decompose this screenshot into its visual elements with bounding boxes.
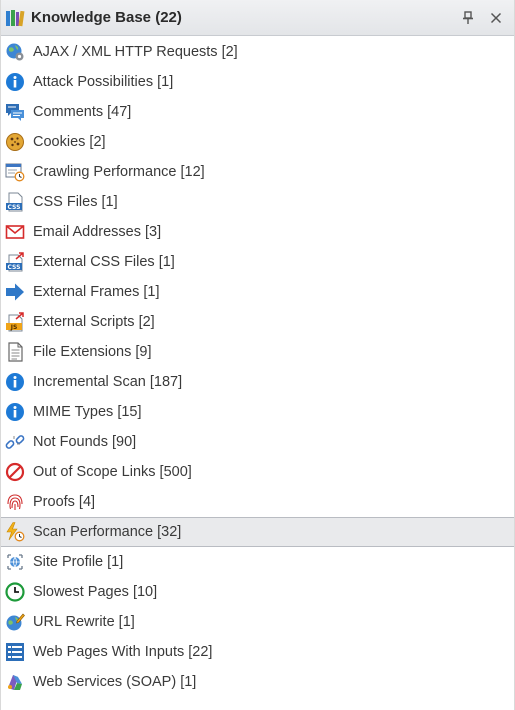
broken-link-icon bbox=[4, 431, 26, 453]
list-item-label: File Extensions [9] bbox=[33, 344, 152, 360]
panel-title: Knowledge Base (22) bbox=[31, 9, 182, 26]
list-item-site-profile[interactable]: Site Profile [1] bbox=[1, 547, 514, 577]
globe-pencil-icon bbox=[4, 611, 26, 633]
css-file-icon: CSS bbox=[4, 191, 26, 213]
external-css-icon: CSS bbox=[4, 251, 26, 273]
list-item-web-services-soap[interactable]: Web Services (SOAP) [1] bbox=[1, 667, 514, 697]
list-item-label: Incremental Scan [187] bbox=[33, 374, 183, 390]
web-services-icon bbox=[4, 671, 26, 693]
list-item-label: External Scripts [2] bbox=[33, 314, 155, 330]
list-item-comments[interactable]: Comments [47] bbox=[1, 97, 514, 127]
list-item-label: Site Profile [1] bbox=[33, 554, 124, 570]
list-item-label: MIME Types [15] bbox=[33, 404, 142, 420]
list-item-web-pages-with-inputs[interactable]: Web Pages With Inputs [22] bbox=[1, 637, 514, 667]
svg-text:CSS: CSS bbox=[8, 264, 21, 271]
list-item-css-files[interactable]: CSS CSS Files [1] bbox=[1, 187, 514, 217]
svg-text:CSS: CSS bbox=[8, 204, 21, 211]
list-item-label: Scan Performance [32] bbox=[33, 524, 182, 540]
list-item-url-rewrite[interactable]: URL Rewrite [1] bbox=[1, 607, 514, 637]
list-item-label: External Frames [1] bbox=[33, 284, 160, 300]
site-profile-icon bbox=[4, 551, 26, 573]
list-item-cookies[interactable]: Cookies [2] bbox=[1, 127, 514, 157]
list-item-label: Web Services (SOAP) [1] bbox=[33, 674, 197, 690]
list-item-proofs[interactable]: Proofs [4] bbox=[1, 487, 514, 517]
list-item-incremental-scan[interactable]: Incremental Scan [187] bbox=[1, 367, 514, 397]
prohibited-icon bbox=[4, 461, 26, 483]
envelope-icon bbox=[4, 221, 26, 243]
external-js-icon: JS bbox=[4, 311, 26, 333]
list-item-scan-performance[interactable]: Scan Performance [32] bbox=[1, 517, 514, 547]
list-item-label: Comments [47] bbox=[33, 104, 132, 120]
list-item-label: Slowest Pages [10] bbox=[33, 584, 158, 600]
list-item-label: CSS Files [1] bbox=[33, 194, 118, 210]
books-icon bbox=[5, 7, 27, 29]
list-item-external-scripts[interactable]: JS External Scripts [2] bbox=[1, 307, 514, 337]
comments-icon bbox=[4, 101, 26, 123]
list-item-label: Crawling Performance [12] bbox=[33, 164, 205, 180]
list-item-not-founds[interactable]: Not Founds [90] bbox=[1, 427, 514, 457]
list-item-label: Not Founds [90] bbox=[33, 434, 137, 450]
calendar-clock-icon bbox=[4, 161, 26, 183]
globe-gear-icon bbox=[4, 41, 26, 63]
list-item-external-frames[interactable]: External Frames [1] bbox=[1, 277, 514, 307]
close-icon[interactable] bbox=[482, 4, 510, 32]
list-item-email-addresses[interactable]: Email Addresses [3] bbox=[1, 217, 514, 247]
knowledge-base-panel: Knowledge Base (22) AJAX / XML HTTP Requ… bbox=[0, 0, 515, 710]
info-icon bbox=[4, 401, 26, 423]
list-item-slowest-pages[interactable]: Slowest Pages [10] bbox=[1, 577, 514, 607]
fingerprint-icon bbox=[4, 491, 26, 513]
document-icon bbox=[4, 341, 26, 363]
list-item-external-css-files[interactable]: CSS External CSS Files [1] bbox=[1, 247, 514, 277]
knowledge-base-list: AJAX / XML HTTP Requests [2] Attack Poss… bbox=[1, 36, 514, 697]
panel-titlebar[interactable]: Knowledge Base (22) bbox=[1, 0, 514, 36]
list-item-label: Web Pages With Inputs [22] bbox=[33, 644, 213, 660]
green-clock-icon bbox=[4, 581, 26, 603]
list-item-label: Proofs [4] bbox=[33, 494, 96, 510]
list-item-label: Attack Possibilities [1] bbox=[33, 74, 174, 90]
list-item-label: AJAX / XML HTTP Requests [2] bbox=[33, 44, 238, 60]
cookie-icon bbox=[4, 131, 26, 153]
list-item-out-of-scope-links[interactable]: Out of Scope Links [500] bbox=[1, 457, 514, 487]
list-item-label: Out of Scope Links [500] bbox=[33, 464, 192, 480]
list-item-file-extensions[interactable]: File Extensions [9] bbox=[1, 337, 514, 367]
lightning-clock-icon bbox=[4, 521, 26, 543]
arrow-right-icon bbox=[4, 281, 26, 303]
pin-icon[interactable] bbox=[454, 4, 482, 32]
list-item-label: Cookies [2] bbox=[33, 134, 106, 150]
list-item-label: External CSS Files [1] bbox=[33, 254, 175, 270]
list-item-label: Email Addresses [3] bbox=[33, 224, 162, 240]
info-icon bbox=[4, 71, 26, 93]
list-item-ajax[interactable]: AJAX / XML HTTP Requests [2] bbox=[1, 37, 514, 67]
svg-text:JS: JS bbox=[10, 324, 18, 331]
form-list-icon bbox=[4, 641, 26, 663]
info-icon bbox=[4, 371, 26, 393]
list-item-label: URL Rewrite [1] bbox=[33, 614, 135, 630]
list-item-attack-possibilities[interactable]: Attack Possibilities [1] bbox=[1, 67, 514, 97]
list-item-crawling-performance[interactable]: Crawling Performance [12] bbox=[1, 157, 514, 187]
list-item-mime-types[interactable]: MIME Types [15] bbox=[1, 397, 514, 427]
